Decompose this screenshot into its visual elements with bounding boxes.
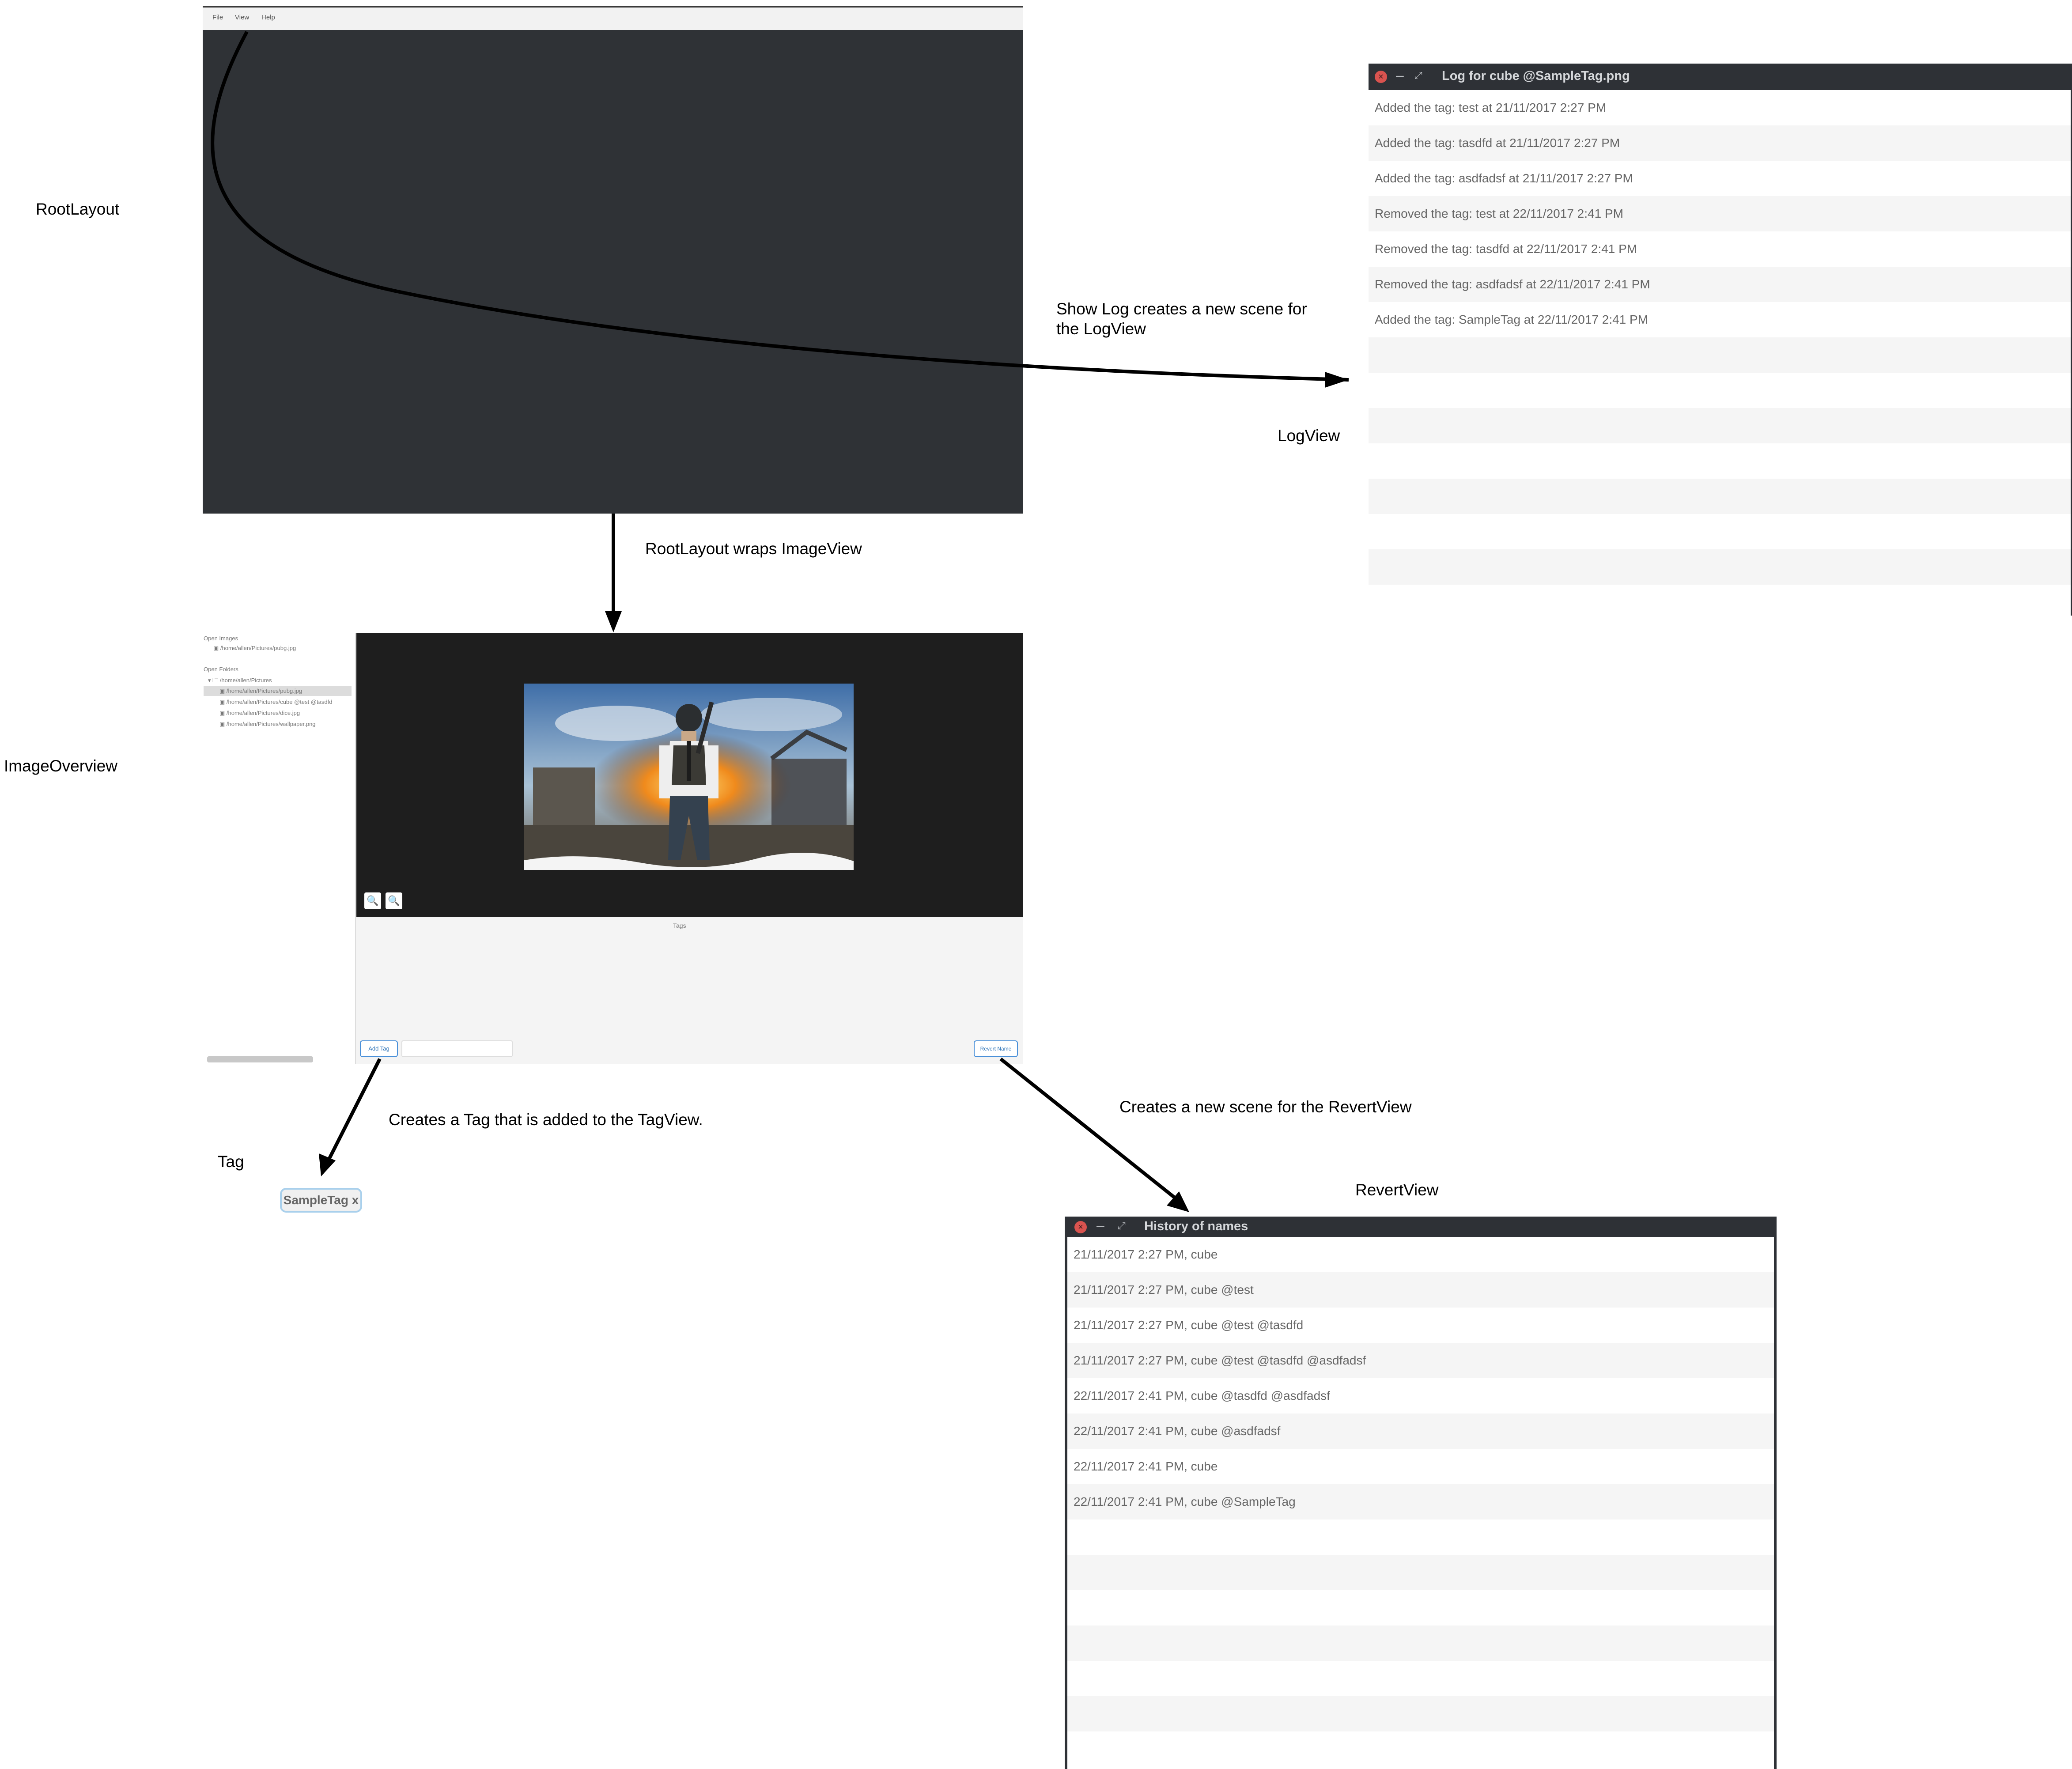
show-log-arrowhead (1325, 372, 1349, 388)
revert-arrow (999, 1057, 1176, 1199)
show-log-arrow (211, 31, 1349, 382)
tag-arrow (327, 1058, 382, 1160)
wraps-arrowhead (605, 611, 622, 632)
connector-layer (211, 31, 1349, 1212)
tag-arrowhead (319, 1153, 336, 1176)
